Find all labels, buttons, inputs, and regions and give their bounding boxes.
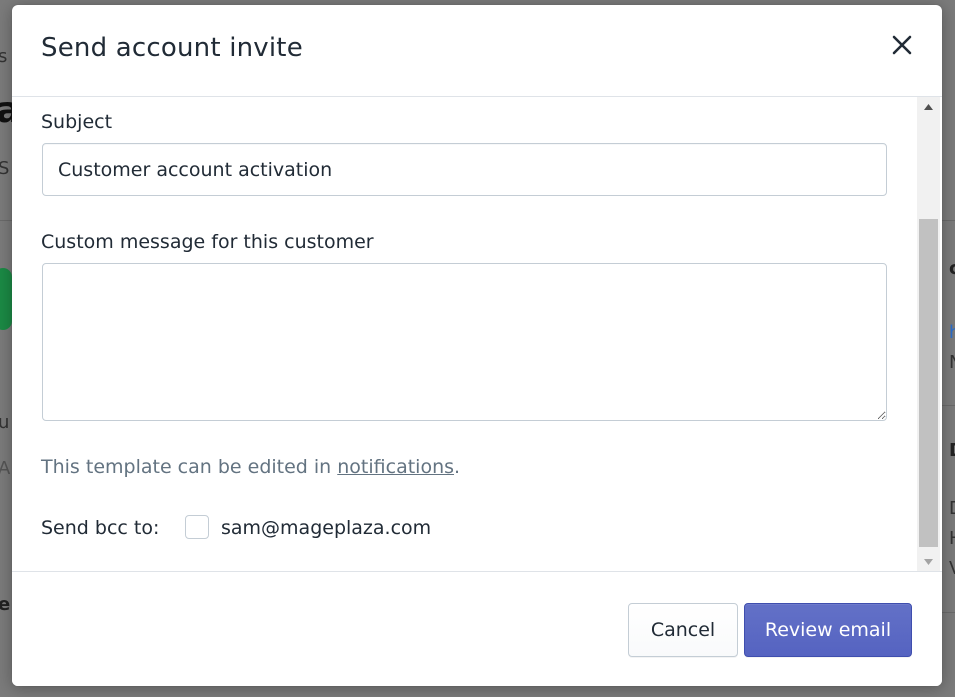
- background-fragment: c: [949, 258, 955, 279]
- scroll-up-arrow[interactable]: [917, 97, 940, 117]
- cancel-button[interactable]: Cancel: [628, 603, 738, 657]
- subject-label: Subject: [41, 111, 113, 133]
- background-fragment: V: [949, 558, 955, 579]
- review-email-button[interactable]: Review email: [744, 603, 912, 657]
- close-icon: [892, 35, 912, 55]
- custom-message-textarea[interactable]: [42, 263, 887, 421]
- scroll-down-arrow[interactable]: [917, 552, 940, 572]
- modal-header: Send account invite: [12, 5, 942, 97]
- background-fragment: H: [949, 528, 955, 549]
- background-fragment: A: [0, 458, 11, 479]
- background-fragment: D: [949, 498, 955, 519]
- modal-body: Subject Custom message for this customer…: [12, 97, 942, 572]
- modal-footer: Cancel Review email: [12, 571, 942, 686]
- background-divider: [0, 220, 12, 221]
- body-scrollbar[interactable]: [917, 97, 940, 572]
- background-fragment: S: [0, 158, 10, 179]
- background-fragment: [0, 268, 12, 330]
- bcc-label: Send bcc to:: [41, 517, 160, 539]
- custom-message-label: Custom message for this customer: [41, 231, 374, 253]
- triangle-down-icon: [924, 559, 933, 565]
- background-divider: [942, 612, 955, 613]
- bcc-email[interactable]: sam@mageplaza.com: [221, 517, 431, 539]
- background-fragment: D: [949, 440, 955, 461]
- background-fragment: N: [949, 352, 955, 373]
- template-help-text: This template can be edited in notificat…: [41, 456, 460, 478]
- background-fragment: u: [0, 412, 10, 433]
- background-fragment: e: [0, 594, 11, 615]
- background-fragment: h: [949, 322, 955, 343]
- send-invite-modal: Send account invite Subject Custom messa…: [12, 5, 942, 686]
- close-button[interactable]: [886, 29, 918, 61]
- triangle-up-icon: [924, 104, 933, 110]
- background-divider: [942, 405, 955, 406]
- scroll-thumb[interactable]: [919, 219, 938, 547]
- help-text-prefix: This template can be edited in: [41, 456, 338, 478]
- notifications-link[interactable]: notifications: [337, 456, 454, 478]
- background-fragment: s: [0, 46, 8, 67]
- help-text-suffix: .: [454, 456, 461, 478]
- modal-title: Send account invite: [41, 33, 303, 63]
- bcc-checkbox[interactable]: [185, 515, 209, 539]
- subject-input[interactable]: [42, 143, 887, 196]
- background-divider: [942, 220, 955, 221]
